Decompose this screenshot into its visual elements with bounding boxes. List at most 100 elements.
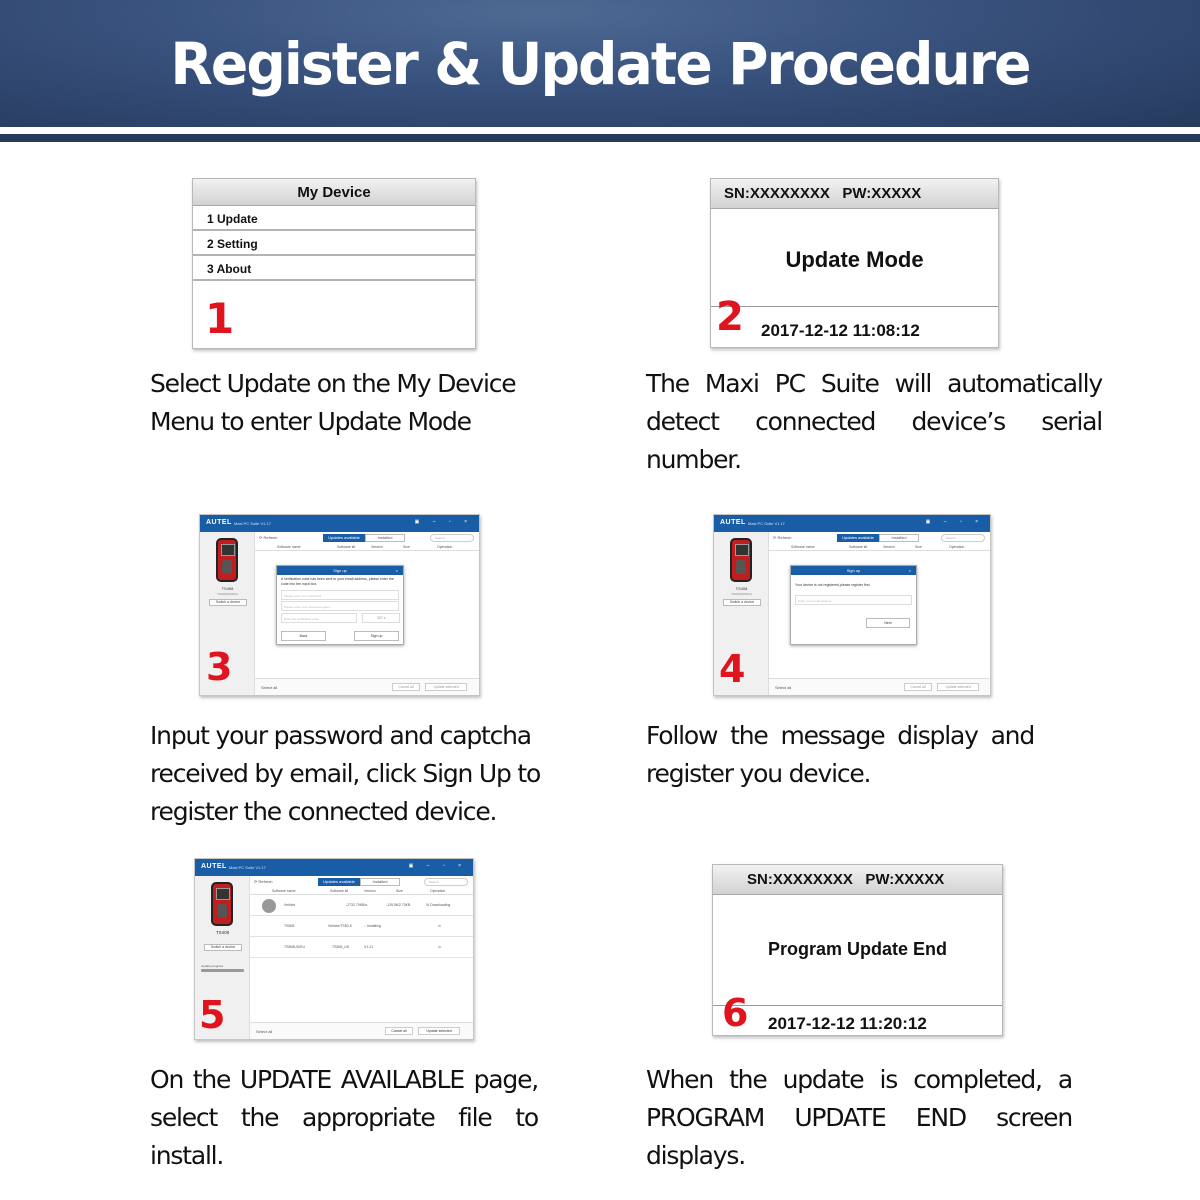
- select-all-checkbox[interactable]: Select all: [261, 685, 277, 690]
- sign-up-button[interactable]: Sign up: [354, 631, 399, 641]
- row-version: ◌ Installing: [364, 924, 381, 928]
- title-bar: AUTEL Maxi PC Suite V1.17 ▣ – ▫ ×: [200, 515, 479, 532]
- search-input[interactable]: Search: [430, 534, 474, 542]
- dialog-title: Sign up ×: [277, 566, 403, 575]
- screen-message: Program Update End: [767, 939, 948, 959]
- timestamp: 2017-12-12 11:08:12: [761, 321, 920, 340]
- autel-logo: AUTEL: [206, 519, 232, 526]
- divider-navy: [0, 134, 1200, 142]
- ts408-device-icon: [730, 538, 752, 582]
- dialog-title-text: Sign up: [846, 568, 861, 573]
- timestamp: 2017-12-12 11:20:12: [768, 1014, 927, 1033]
- column-header: Version: [371, 545, 383, 549]
- row-version: V1.21: [364, 945, 374, 949]
- table-header: Software name Software kit Version Size …: [250, 888, 473, 895]
- window-controls-icon[interactable]: ▣ – ▫ ×: [415, 519, 473, 525]
- cancel-all-button[interactable]: Cancel all: [392, 683, 420, 691]
- window-controls-icon[interactable]: ▣ – ▫ ×: [409, 863, 467, 869]
- step-3-pc-suite-window: AUTEL Maxi PC Suite V1.17 ▣ – ▫ × TS408 …: [199, 514, 480, 696]
- dialog-message: Your device is not registered,please reg…: [795, 583, 870, 587]
- tab-installed[interactable]: Installed: [879, 534, 919, 542]
- tab-updates-available[interactable]: Updates available: [318, 878, 360, 886]
- cancel-all-button[interactable]: Cancel all: [385, 1027, 413, 1035]
- password-input[interactable]: Please enter your password: [281, 590, 399, 600]
- row-operation[interactable]: ☒ Downloading: [426, 903, 450, 907]
- verification-code-input[interactable]: Enter the verification code: [281, 613, 357, 623]
- switch-device-button[interactable]: Switch a device: [204, 944, 242, 951]
- column-header: Size: [915, 545, 922, 549]
- step-4-pc-suite-window: AUTEL Maxi PC Suite V1.17 ▣ – ▫ × TS408 …: [713, 514, 991, 696]
- sign-up-dialog: Sign up × A verification code has been se…: [276, 565, 404, 645]
- table-row[interactable]: TS508 Vehicle/TS50 8 ◌ Installing ⊙: [250, 917, 473, 937]
- update-selected-button[interactable]: Update selected: [937, 683, 979, 691]
- step-2-update-mode-screen: SN:XXXXXXXX PW:XXXXX Update Mode 2 2017-…: [710, 178, 999, 348]
- refresh-button[interactable]: ⟳ Refresh: [773, 535, 791, 540]
- window-controls-icon[interactable]: ▣ – ▫ ×: [926, 519, 984, 525]
- tab-updates-available[interactable]: Updates available: [323, 534, 365, 542]
- select-all-checkbox[interactable]: Select all: [775, 685, 791, 690]
- row-operation[interactable]: ⊙: [438, 924, 441, 928]
- app-title: Maxi PC Suite V1.17: [229, 865, 266, 870]
- tab-installed[interactable]: Installed: [365, 534, 405, 542]
- dialog-title-text: Sign up: [333, 568, 347, 573]
- footer-bar: Select all Cancel all Update selected: [250, 1022, 473, 1039]
- next-button[interactable]: Next: [866, 618, 910, 628]
- search-input[interactable]: Search: [941, 534, 985, 542]
- screen-divider: [711, 306, 998, 307]
- menu-item-about[interactable]: 3 About: [193, 256, 475, 281]
- column-header: Software kit: [849, 545, 868, 549]
- ts408-device-icon: [211, 882, 233, 926]
- close-icon[interactable]: ×: [909, 566, 911, 575]
- serial-password-header: SN:XXXXXXXX PW:XXXXX: [713, 865, 1002, 895]
- step-number: 3: [206, 645, 233, 689]
- refresh-button[interactable]: ⟳ Refresh: [254, 879, 272, 884]
- email-input[interactable]: Enter your email address: [795, 595, 912, 605]
- search-input[interactable]: Search: [424, 878, 468, 886]
- countdown-timer: 367 s: [362, 613, 401, 623]
- device-serial: TS408(200001): [731, 592, 752, 596]
- row-kit: TS508_US: [332, 945, 350, 949]
- dialog-message: A verification code has been sent to you…: [281, 577, 394, 586]
- step-3-caption: Input your password and captcha received…: [150, 721, 541, 826]
- password-confirm-input[interactable]: Please enter your password again...: [281, 601, 399, 611]
- table-row[interactable]: Vehicle -2732.79KB/s -125.56/2.73KB ☒ Do…: [250, 896, 473, 916]
- device-name: TS408: [735, 586, 748, 591]
- menu-item-update[interactable]: 1 Update: [193, 206, 475, 231]
- row-version: -2732.79KB/s: [346, 903, 368, 907]
- cancel-all-button[interactable]: Cancel all: [904, 683, 932, 691]
- tab-installed[interactable]: Installed: [360, 878, 400, 886]
- serial-password-header: SN:XXXXXXXX PW:XXXXX: [711, 179, 998, 209]
- row-operation[interactable]: ⊙: [438, 945, 441, 949]
- title-bar: AUTEL Maxi PC Suite V1.17 ▣ – ▫ ×: [195, 859, 473, 876]
- screen-message: Update Mode: [785, 247, 924, 272]
- row-size: -125.56/2.73KB: [386, 903, 411, 907]
- my-device-title: My Device: [193, 179, 475, 206]
- menu-item-setting[interactable]: 2 Setting: [193, 231, 475, 256]
- main-panel: ⟳ Refresh Updates available Installed Se…: [250, 876, 473, 1039]
- row-name: TS508US/EU: [284, 945, 306, 949]
- column-header: Version: [364, 889, 376, 893]
- close-icon[interactable]: ×: [396, 566, 398, 575]
- select-all-checkbox[interactable]: Select all: [256, 1029, 272, 1034]
- column-header: Software name: [791, 545, 815, 549]
- app-title: Maxi PC Suite V1.17: [748, 521, 785, 526]
- refresh-button[interactable]: ⟳ Refresh: [259, 535, 277, 540]
- ts408-device-icon: [216, 538, 238, 582]
- title-bar: AUTEL Maxi PC Suite V1.17 ▣ – ▫ ×: [714, 515, 990, 532]
- update-progress-label: Update progress: [201, 964, 224, 968]
- device-serial: TS408(200001): [217, 592, 238, 596]
- app-title: Maxi PC Suite V1.17: [234, 521, 271, 526]
- update-selected-button[interactable]: Update selected: [418, 1027, 460, 1035]
- row-kit: Vehicle/TS50 8: [328, 924, 352, 928]
- table-row[interactable]: TS508US/EU TS508_US V1.21 ⊙: [250, 938, 473, 958]
- switch-device-button[interactable]: Switch a device: [723, 599, 761, 606]
- autel-logo: AUTEL: [201, 863, 227, 870]
- step-6-caption: When the update is completed, a PROGRAM …: [646, 1065, 1073, 1170]
- back-button[interactable]: Back: [281, 631, 326, 641]
- step-1-my-device-screen: My Device 1 Update 2 Setting 3 About 1: [192, 178, 476, 349]
- switch-device-button[interactable]: Switch a device: [209, 599, 247, 606]
- column-header: Operation: [430, 889, 446, 893]
- tab-updates-available[interactable]: Updates available: [837, 534, 879, 542]
- step-number: 6: [722, 991, 749, 1035]
- update-selected-button[interactable]: Update selected: [425, 683, 467, 691]
